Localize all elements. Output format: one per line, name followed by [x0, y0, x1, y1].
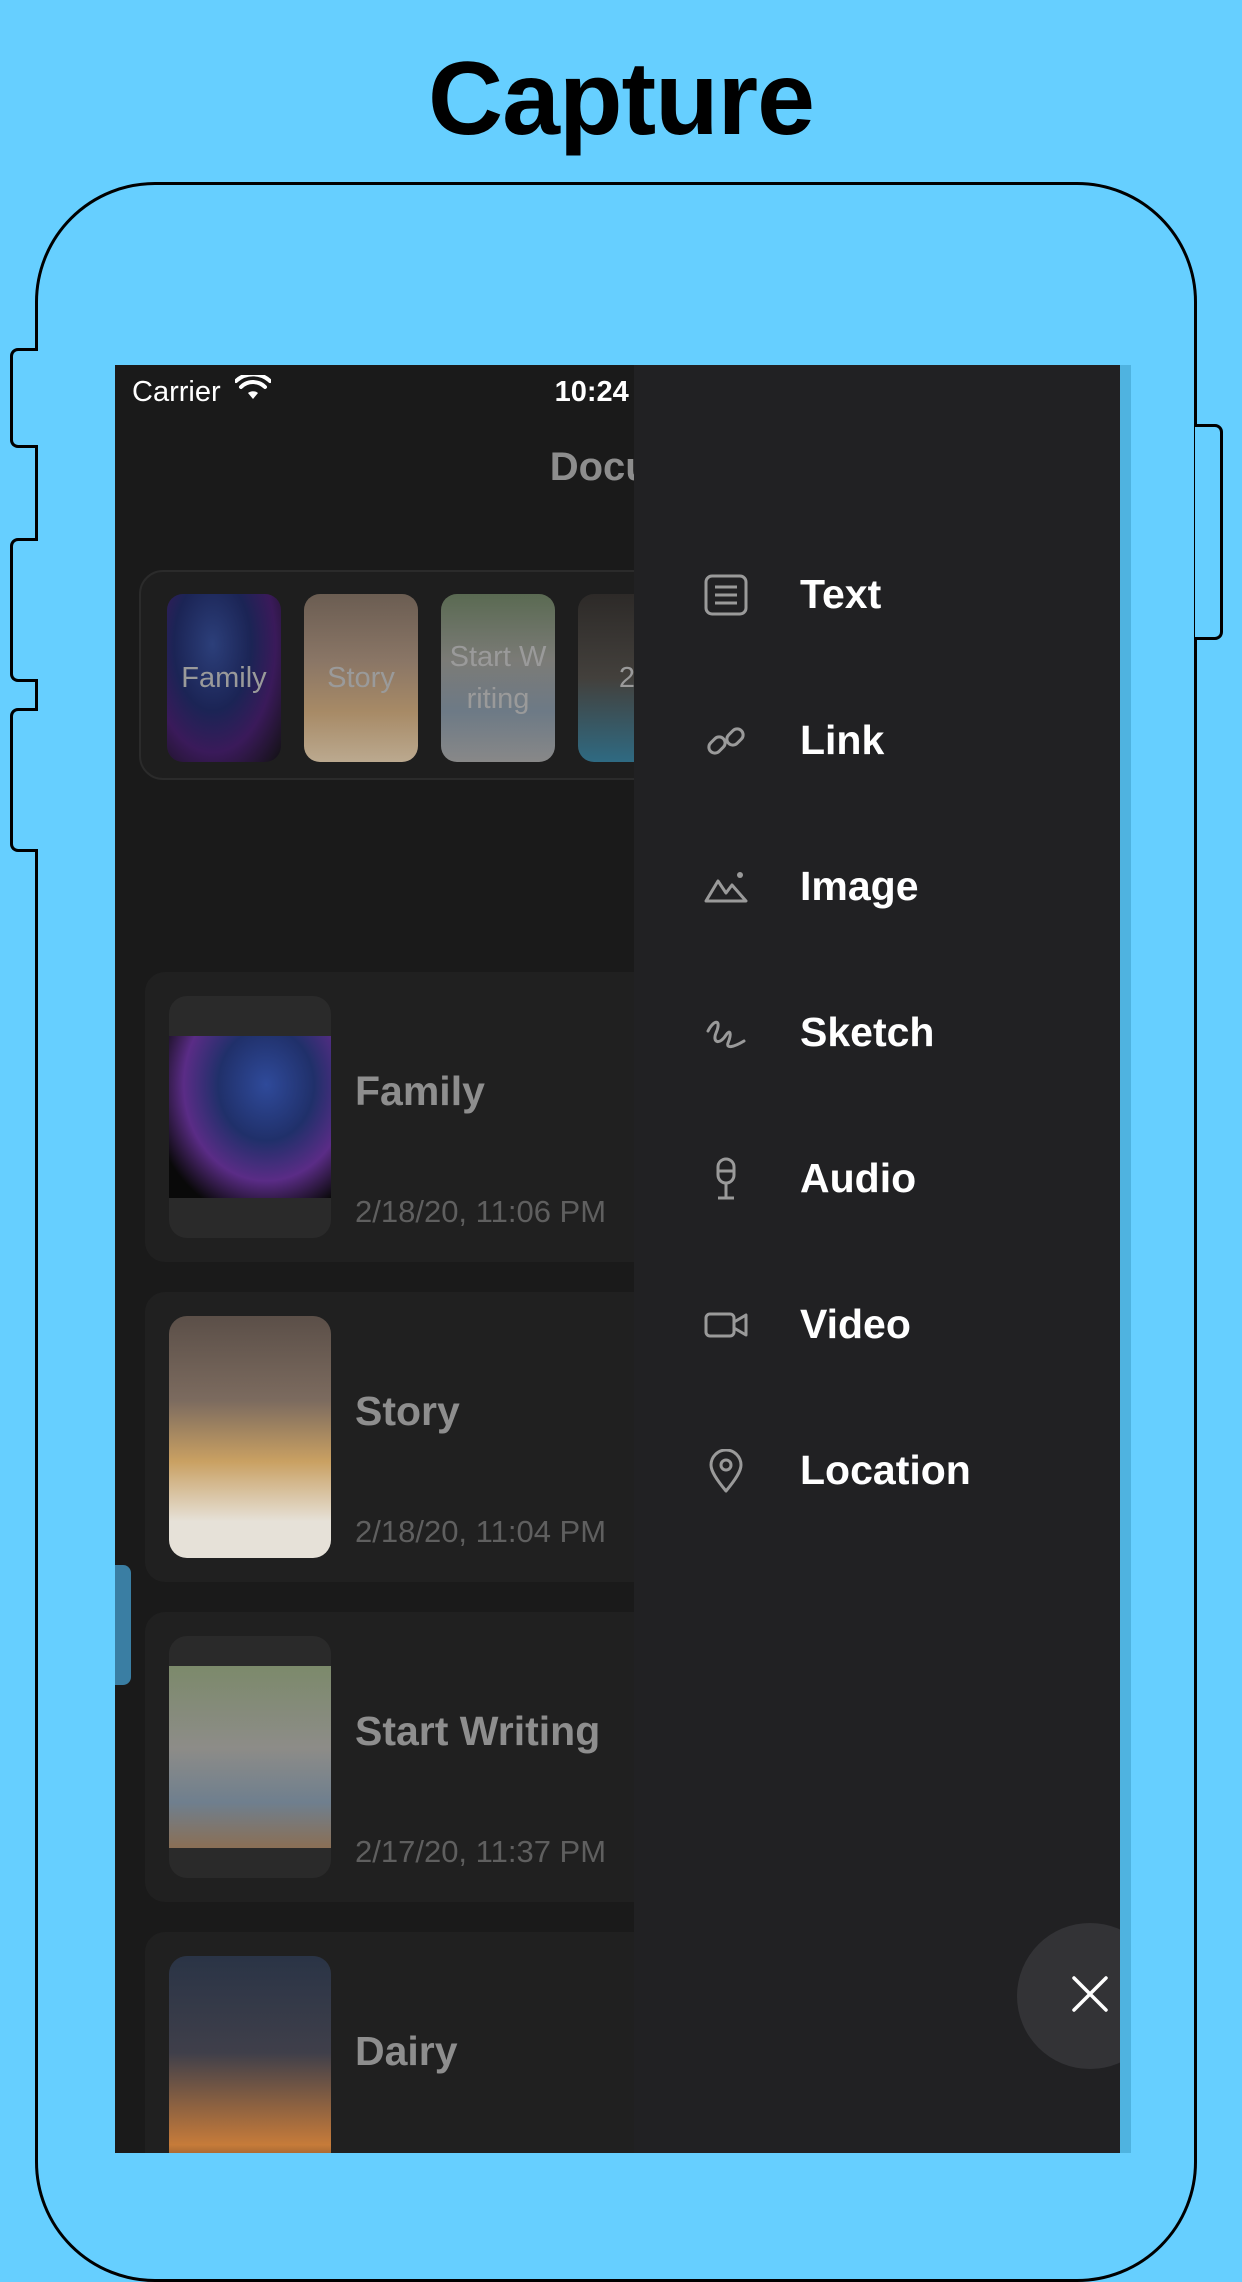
document-date: 2/17/20, 11:37 PM [355, 1834, 607, 1869]
menu-item-label: Video [800, 1301, 911, 1347]
document-title: Family [355, 1068, 485, 1114]
menu-item-text[interactable]: Text [634, 545, 1120, 645]
menu-item-link[interactable]: Link [634, 691, 1120, 791]
document-date: 2/18/20, 11:04 PM [355, 1514, 607, 1549]
image-icon [704, 865, 748, 909]
phone-volume-up [10, 538, 38, 682]
sketch-icon [704, 1011, 748, 1055]
page-headline: Capture [428, 41, 815, 157]
phone-mute-switch [10, 348, 38, 448]
menu-item-location[interactable]: Location [634, 1421, 1120, 1521]
carousel-item[interactable]: Start Writing [441, 594, 555, 762]
document-title: Start Writing [355, 1708, 601, 1754]
app-screen: Carrier 10:24 PM Docum Family Story Star… [115, 365, 1120, 2153]
document-thumbnail [169, 996, 331, 1238]
document-thumbnail [169, 1636, 331, 1878]
menu-item-audio[interactable]: Audio [634, 1129, 1120, 1229]
carousel-item[interactable]: Family [167, 594, 281, 762]
menu-item-sketch[interactable]: Sketch [634, 983, 1120, 1083]
menu-item-video[interactable]: Video [634, 1275, 1120, 1375]
document-title: Dairy [355, 2028, 458, 2074]
document-date: 2/18/20, 11:06 PM [355, 1194, 607, 1229]
menu-item-label: Image [800, 863, 919, 909]
capture-menu: Text Link Image Sketch Audio Video Locat… [634, 365, 1120, 2153]
video-camera-icon [704, 1303, 748, 1347]
microphone-icon [704, 1157, 748, 1201]
close-menu-button[interactable] [1017, 1923, 1120, 2069]
menu-item-label: Audio [800, 1155, 917, 1201]
link-icon [704, 719, 748, 763]
phone-power-button [1195, 424, 1223, 640]
menu-item-image[interactable]: Image [634, 837, 1120, 937]
menu-item-label: Text [800, 571, 882, 617]
carousel-item[interactable]: Story [304, 594, 418, 762]
close-icon [1070, 1974, 1110, 2019]
location-pin-icon [704, 1448, 748, 1493]
document-thumbnail [169, 1316, 331, 1558]
drawer-handle[interactable] [115, 1565, 131, 1685]
menu-item-label: Location [800, 1447, 971, 1493]
document-title: Story [355, 1388, 460, 1434]
screen-edge [1120, 365, 1131, 2153]
phone-volume-down [10, 708, 38, 852]
menu-item-label: Sketch [800, 1009, 935, 1055]
text-icon [704, 573, 748, 617]
document-thumbnail [169, 1956, 331, 2153]
menu-item-label: Link [800, 717, 885, 763]
